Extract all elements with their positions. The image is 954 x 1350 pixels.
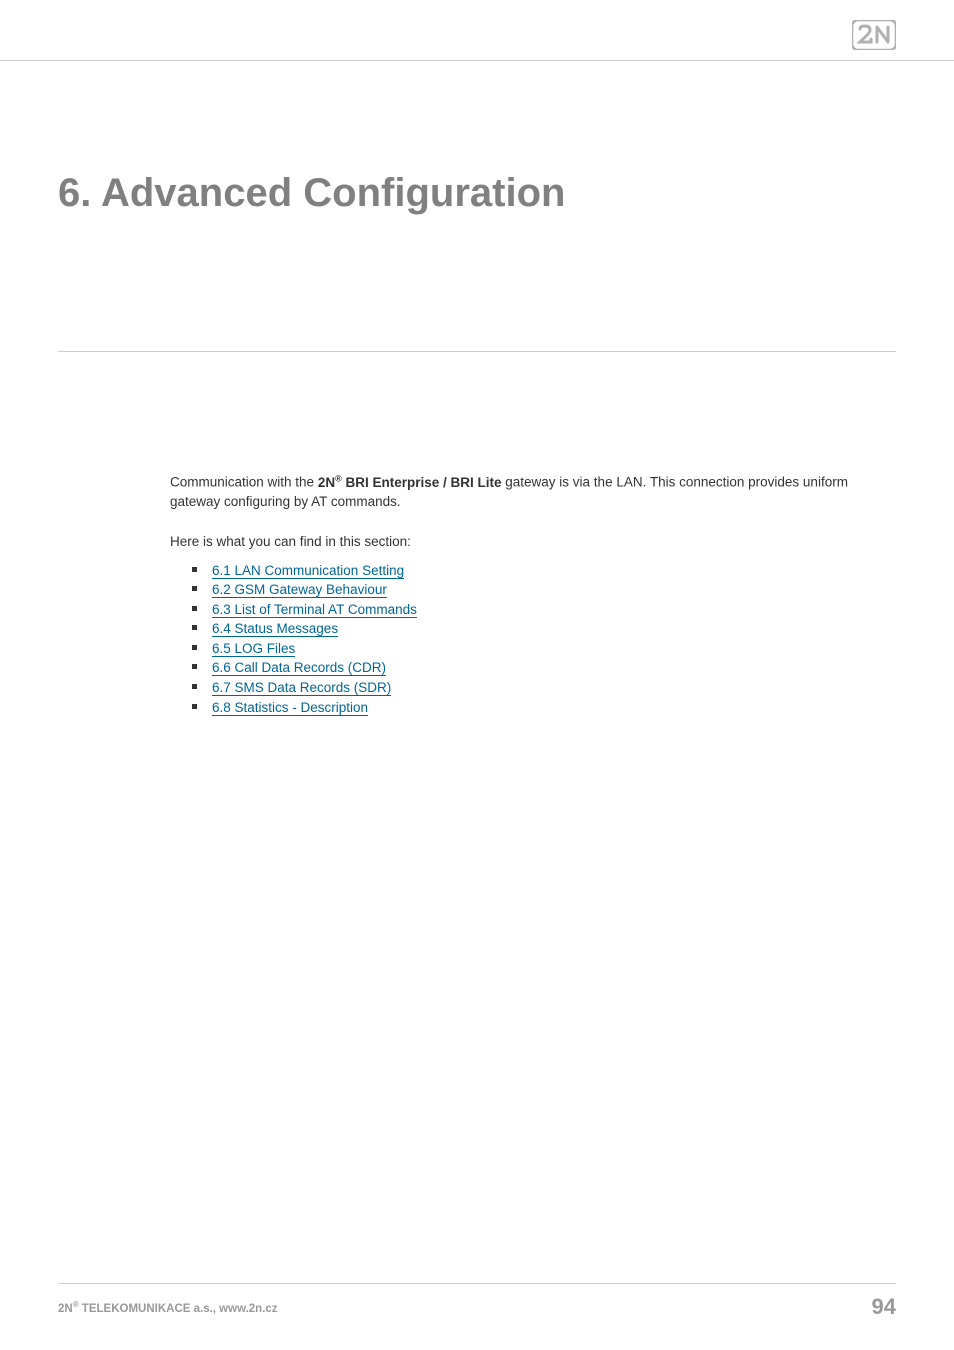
list-item: 6.5 LOG Files (210, 639, 866, 659)
list-item: 6.6 Call Data Records (CDR) (210, 658, 866, 678)
link-sms-data-records[interactable]: 6.7 SMS Data Records (SDR) (212, 680, 391, 696)
link-call-data-records[interactable]: 6.6 Call Data Records (CDR) (212, 660, 386, 676)
brand-logo-icon (852, 20, 896, 50)
intro-paragraph: Communication with the 2N® BRI Enterpris… (170, 472, 866, 512)
page-header (0, 0, 954, 61)
list-item: 6.8 Statistics - Description (210, 698, 866, 718)
link-gsm-gateway[interactable]: 6.2 GSM Gateway Behaviour (212, 582, 387, 598)
link-terminal-commands[interactable]: 6.3 List of Terminal AT Commands (212, 602, 417, 618)
section-title: 6. Advanced Configuration (58, 171, 896, 216)
list-item: 6.3 List of Terminal AT Commands (210, 600, 866, 620)
list-item: 6.1 LAN Communication Setting (210, 561, 866, 581)
list-item: 6.4 Status Messages (210, 619, 866, 639)
footer-company-rest: TELEKOMUNIKACE a.s., www.2n.cz (79, 1302, 278, 1314)
footer-brand: 2N (58, 1302, 73, 1314)
link-status-messages[interactable]: 6.4 Status Messages (212, 621, 338, 637)
list-item: 6.2 GSM Gateway Behaviour (210, 580, 866, 600)
content-area: 6. Advanced Configuration Communication … (0, 171, 954, 717)
intro-prefix: Communication with the (170, 475, 318, 490)
page-footer: 2N® TELEKOMUNIKACE a.s., www.2n.cz 94 (58, 1283, 896, 1320)
list-item: 6.7 SMS Data Records (SDR) (210, 678, 866, 698)
divider (58, 351, 896, 352)
registered-symbol: ® (335, 473, 342, 483)
page-number: 94 (872, 1294, 896, 1320)
link-list: 6.1 LAN Communication Setting 6.2 GSM Ga… (170, 561, 866, 718)
footer-company: 2N® TELEKOMUNIKACE a.s., www.2n.cz (58, 1300, 278, 1315)
subsection-label: Here is what you can find in this sectio… (170, 534, 866, 549)
link-statistics[interactable]: 6.8 Statistics - Description (212, 700, 368, 716)
body-content: Communication with the 2N® BRI Enterpris… (58, 472, 896, 717)
intro-brand: 2N (318, 475, 335, 490)
link-lan-communication[interactable]: 6.1 LAN Communication Setting (212, 563, 404, 579)
link-log-files[interactable]: 6.5 LOG Files (212, 641, 295, 657)
intro-brand-suffix: BRI Enterprise / BRI Lite (342, 475, 502, 490)
